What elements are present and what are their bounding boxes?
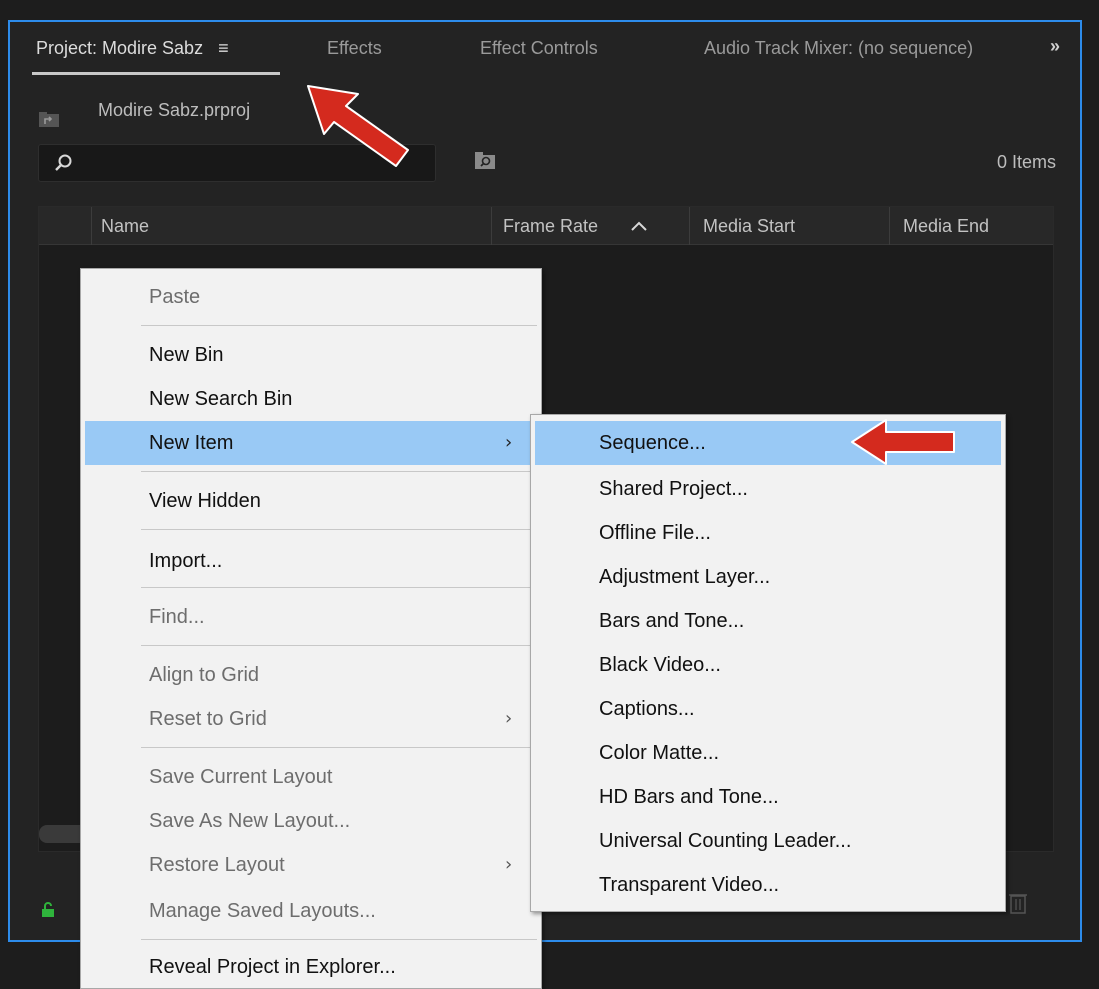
column-media-start[interactable]: Media Start: [703, 216, 795, 237]
menu-item-align-to-grid[interactable]: Align to Grid: [81, 653, 541, 697]
submenu-item-label: Universal Counting Leader...: [599, 830, 852, 852]
menu-separator: [141, 325, 537, 326]
menu-separator: [141, 939, 537, 940]
submenu-item-label: Transparent Video...: [599, 874, 780, 896]
folder-up-icon[interactable]: [38, 110, 60, 128]
submenu-item-black-video[interactable]: Black Video...: [531, 643, 1005, 687]
submenu-item-bars-and-tone[interactable]: Bars and Tone...: [531, 599, 1005, 643]
submenu-item-label: HD Bars and Tone...: [599, 786, 779, 808]
item-count: 0 Items: [996, 152, 1056, 172]
annotation-arrow-icon: [851, 419, 955, 465]
submenu-item-label: Black Video...: [599, 654, 721, 676]
tab-project[interactable]: Project: Modire Sabz ≡: [36, 38, 229, 59]
chevron-right-icon: ›: [505, 432, 513, 453]
menu-item-find[interactable]: Find...: [81, 595, 541, 639]
menu-item-paste[interactable]: Paste: [81, 275, 541, 319]
project-file-name: Modire Sabz.prproj: [98, 100, 251, 120]
submenu-item-label: Offline File...: [599, 522, 711, 544]
lock-icon[interactable]: [40, 902, 56, 918]
panel-menu-icon[interactable]: ≡: [218, 38, 229, 58]
trash-icon[interactable]: [1008, 890, 1028, 914]
menu-item-label: Reset to Grid: [149, 708, 267, 730]
submenu-item-transparent-video[interactable]: Transparent Video...: [531, 863, 1005, 907]
menu-item-label: New Bin: [149, 344, 224, 366]
menu-item-label: View Hidden: [149, 490, 261, 512]
submenu-item-label: Adjustment Layer...: [599, 566, 771, 588]
submenu-item-captions[interactable]: Captions...: [531, 687, 1005, 731]
menu-item-save-as-new-layout[interactable]: Save As New Layout...: [81, 799, 541, 843]
submenu-item-color-matte[interactable]: Color Matte...: [531, 731, 1005, 775]
chevron-right-icon: ›: [505, 854, 513, 875]
search-icon: [55, 154, 72, 171]
menu-separator: [141, 587, 537, 588]
tab-audio-track-mixer[interactable]: Audio Track Mixer: (no sequence): [704, 38, 1006, 59]
submenu-item-hd-bars-and-tone[interactable]: HD Bars and Tone...: [531, 775, 1005, 819]
more-tabs-icon[interactable]: »: [1050, 36, 1060, 57]
submenu-item-adjustment-layer[interactable]: Adjustment Layer...: [531, 555, 1005, 599]
submenu-item-universal-counting-leader[interactable]: Universal Counting Leader...: [531, 819, 1005, 863]
menu-item-label: New Search Bin: [149, 388, 293, 410]
bin-search-icon[interactable]: [474, 150, 496, 170]
menu-item-label: Find...: [149, 606, 205, 628]
menu-item-label: Align to Grid: [149, 664, 260, 686]
menu-item-label: Manage Saved Layouts...: [149, 900, 376, 922]
annotation-arrow-icon: [307, 85, 409, 167]
active-tab-underline: [32, 72, 280, 75]
tab-effect-controls[interactable]: Effect Controls: [480, 38, 598, 59]
menu-item-manage-saved-layouts[interactable]: Manage Saved Layouts...: [81, 889, 541, 933]
panel-tab-bar: Project: Modire Sabz ≡ Effects Effect Co…: [10, 22, 1080, 84]
sort-ascending-icon: [631, 221, 647, 231]
menu-separator: [141, 645, 537, 646]
submenu-item-label: Captions...: [599, 698, 695, 720]
new-item-submenu: Sequence... Shared Project... Offline Fi…: [530, 414, 1006, 912]
context-menu: Paste New Bin New Search Bin New Item › …: [80, 268, 542, 989]
menu-item-save-current-layout[interactable]: Save Current Layout: [81, 755, 541, 799]
list-header: Name Frame Rate Media Start Media End: [39, 207, 1053, 245]
column-frame-rate[interactable]: Frame Rate: [503, 216, 598, 237]
submenu-item-offline-file[interactable]: Offline File...: [531, 511, 1005, 555]
column-name[interactable]: Name: [101, 216, 149, 237]
menu-item-reset-to-grid[interactable]: Reset to Grid ›: [81, 697, 541, 741]
column-divider: [91, 207, 92, 245]
tab-effects[interactable]: Effects: [327, 38, 382, 59]
column-divider: [889, 207, 890, 245]
submenu-item-label: Shared Project...: [599, 478, 748, 500]
menu-separator: [141, 471, 537, 472]
submenu-item-shared-project[interactable]: Shared Project...: [531, 467, 1005, 511]
menu-item-new-item[interactable]: New Item ›: [85, 421, 537, 465]
column-divider: [491, 207, 492, 245]
menu-item-reveal-project-in-explorer[interactable]: Reveal Project in Explorer...: [81, 945, 541, 989]
menu-separator: [141, 747, 537, 748]
menu-item-label: Import...: [149, 550, 223, 572]
menu-item-import[interactable]: Import...: [81, 539, 541, 583]
menu-item-new-bin[interactable]: New Bin: [81, 333, 541, 377]
menu-item-label: Restore Layout: [149, 854, 285, 876]
menu-item-label: New Item: [149, 432, 234, 454]
submenu-item-label: Sequence...: [599, 432, 706, 454]
menu-item-label: Save As New Layout...: [149, 810, 351, 832]
tab-project-label: Project: Modire Sabz: [36, 38, 204, 58]
menu-item-view-hidden[interactable]: View Hidden: [81, 479, 541, 523]
column-media-end[interactable]: Media End: [903, 216, 989, 237]
menu-item-label: Save Current Layout: [149, 766, 333, 788]
menu-item-label: Paste: [149, 286, 201, 308]
submenu-item-label: Bars and Tone...: [599, 610, 745, 632]
menu-separator: [141, 529, 537, 530]
menu-item-restore-layout[interactable]: Restore Layout ›: [81, 843, 541, 887]
menu-item-new-search-bin[interactable]: New Search Bin: [81, 377, 541, 421]
submenu-item-label: Color Matte...: [599, 742, 720, 764]
column-divider: [689, 207, 690, 245]
chevron-right-icon: ›: [505, 708, 513, 729]
menu-item-label: Reveal Project in Explorer...: [149, 956, 396, 978]
